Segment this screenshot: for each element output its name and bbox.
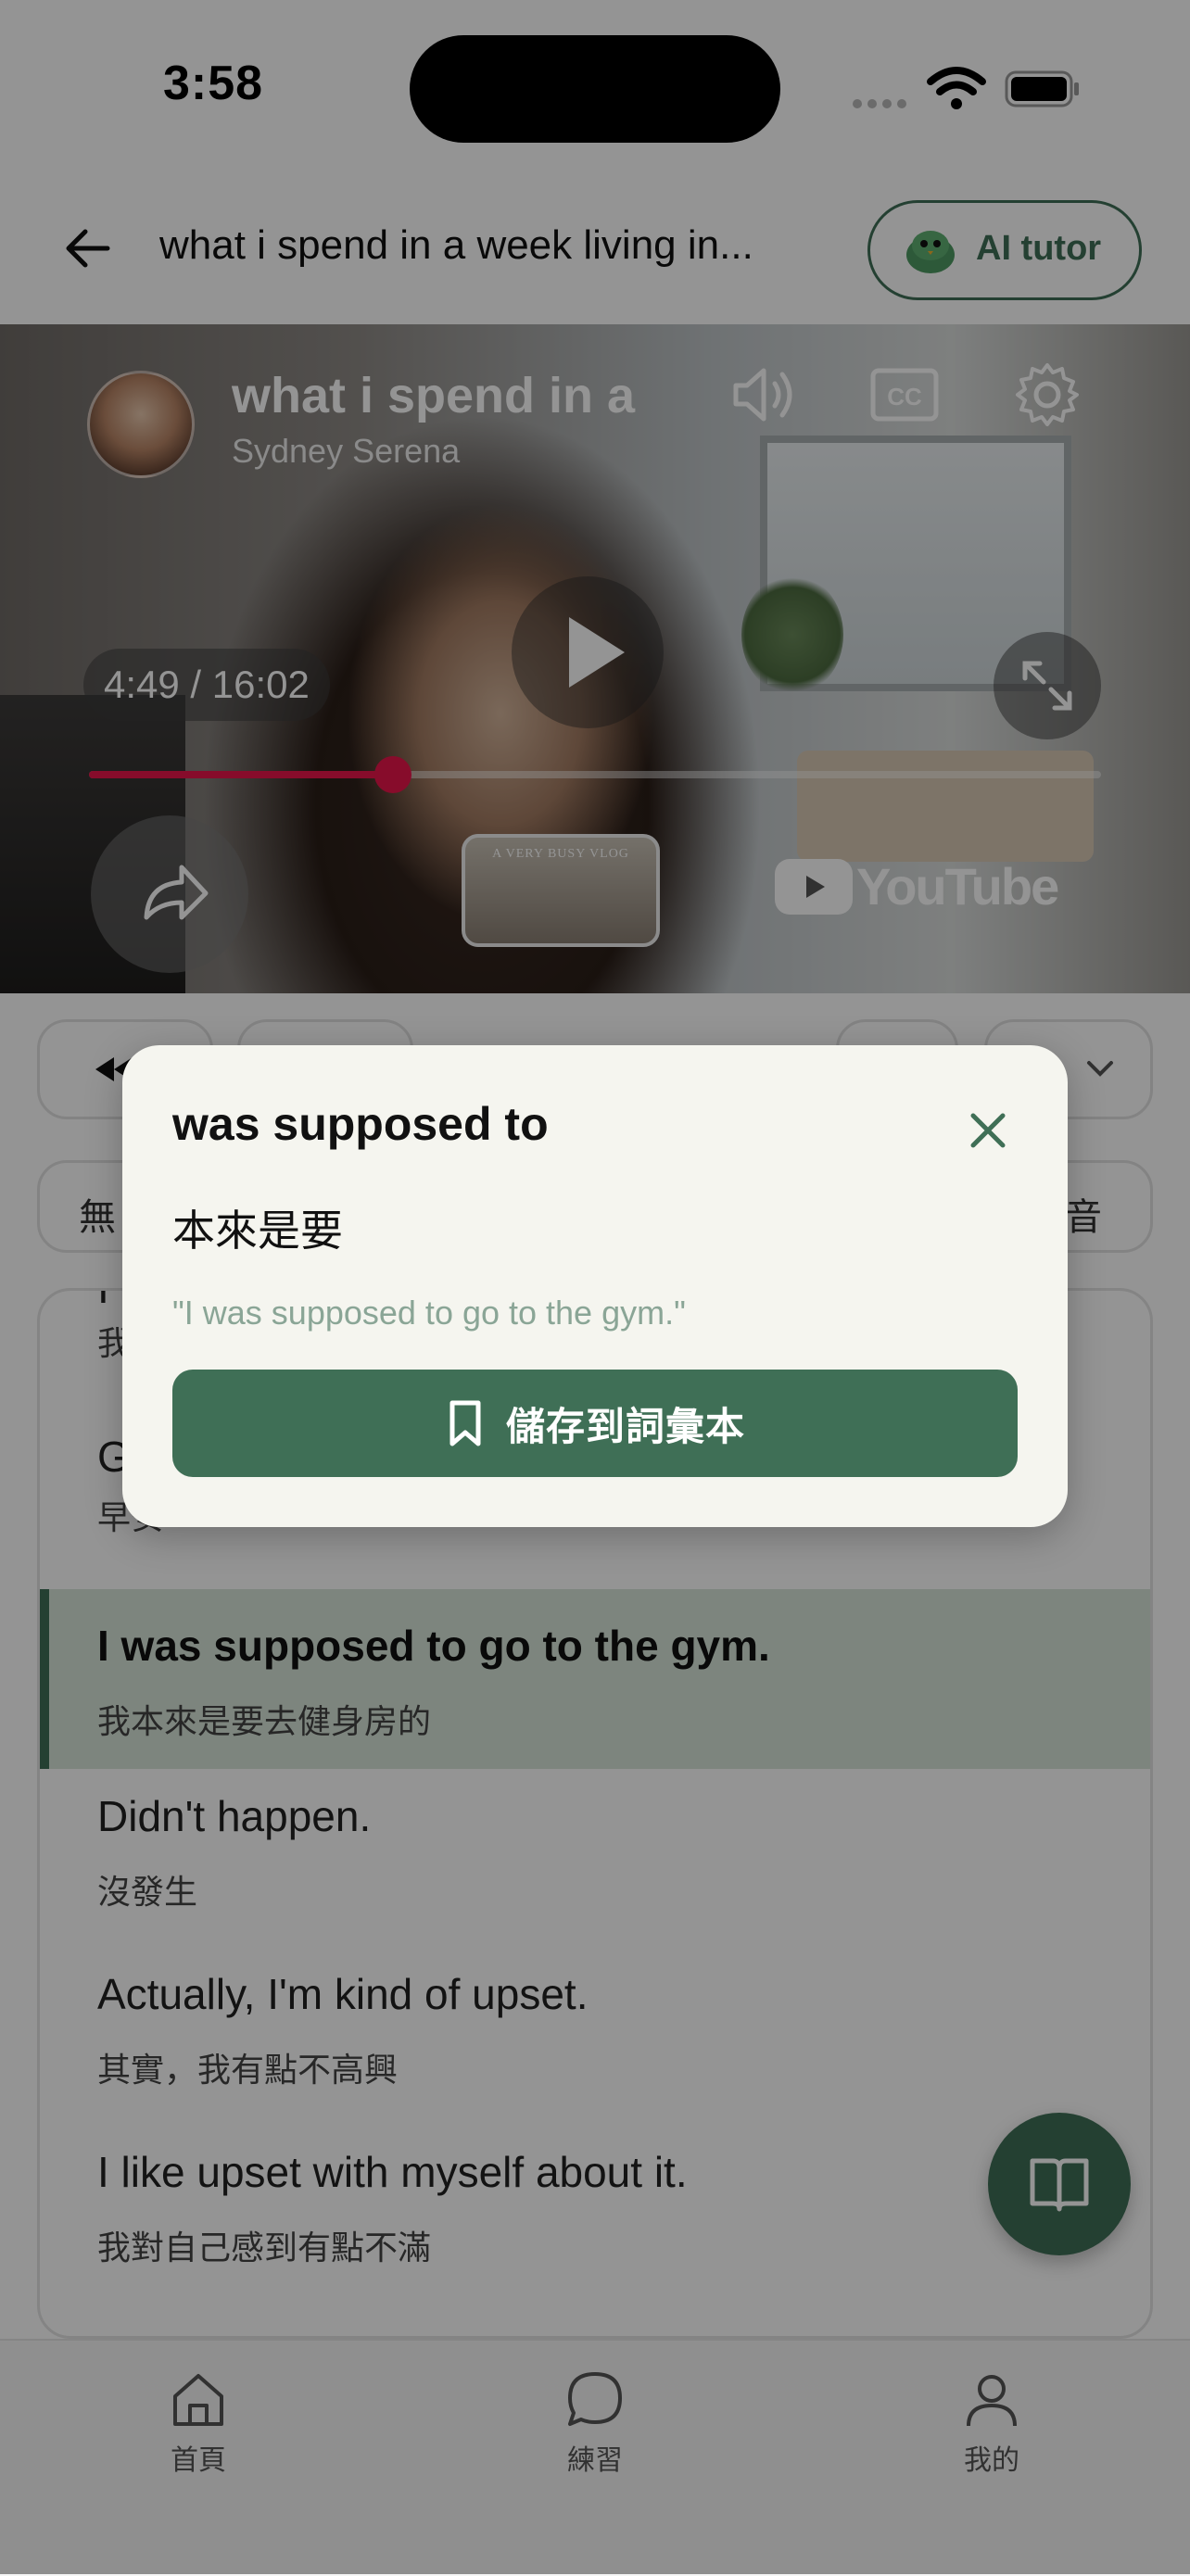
- word-definition-popup: was supposed to 本來是要 "I was supposed to …: [122, 1045, 1068, 1527]
- bookmark-icon: [449, 1400, 481, 1446]
- close-icon[interactable]: [960, 1103, 1016, 1158]
- save-to-vocabulary-button[interactable]: 儲存到詞彙本: [172, 1370, 1018, 1477]
- popup-example-sentence: "I was supposed to go to the gym.": [172, 1294, 686, 1332]
- popup-translation: 本來是要: [172, 1206, 343, 1255]
- popup-phrase: was supposed to: [172, 1098, 549, 1150]
- save-button-label: 儲存到詞彙本: [505, 1404, 745, 1448]
